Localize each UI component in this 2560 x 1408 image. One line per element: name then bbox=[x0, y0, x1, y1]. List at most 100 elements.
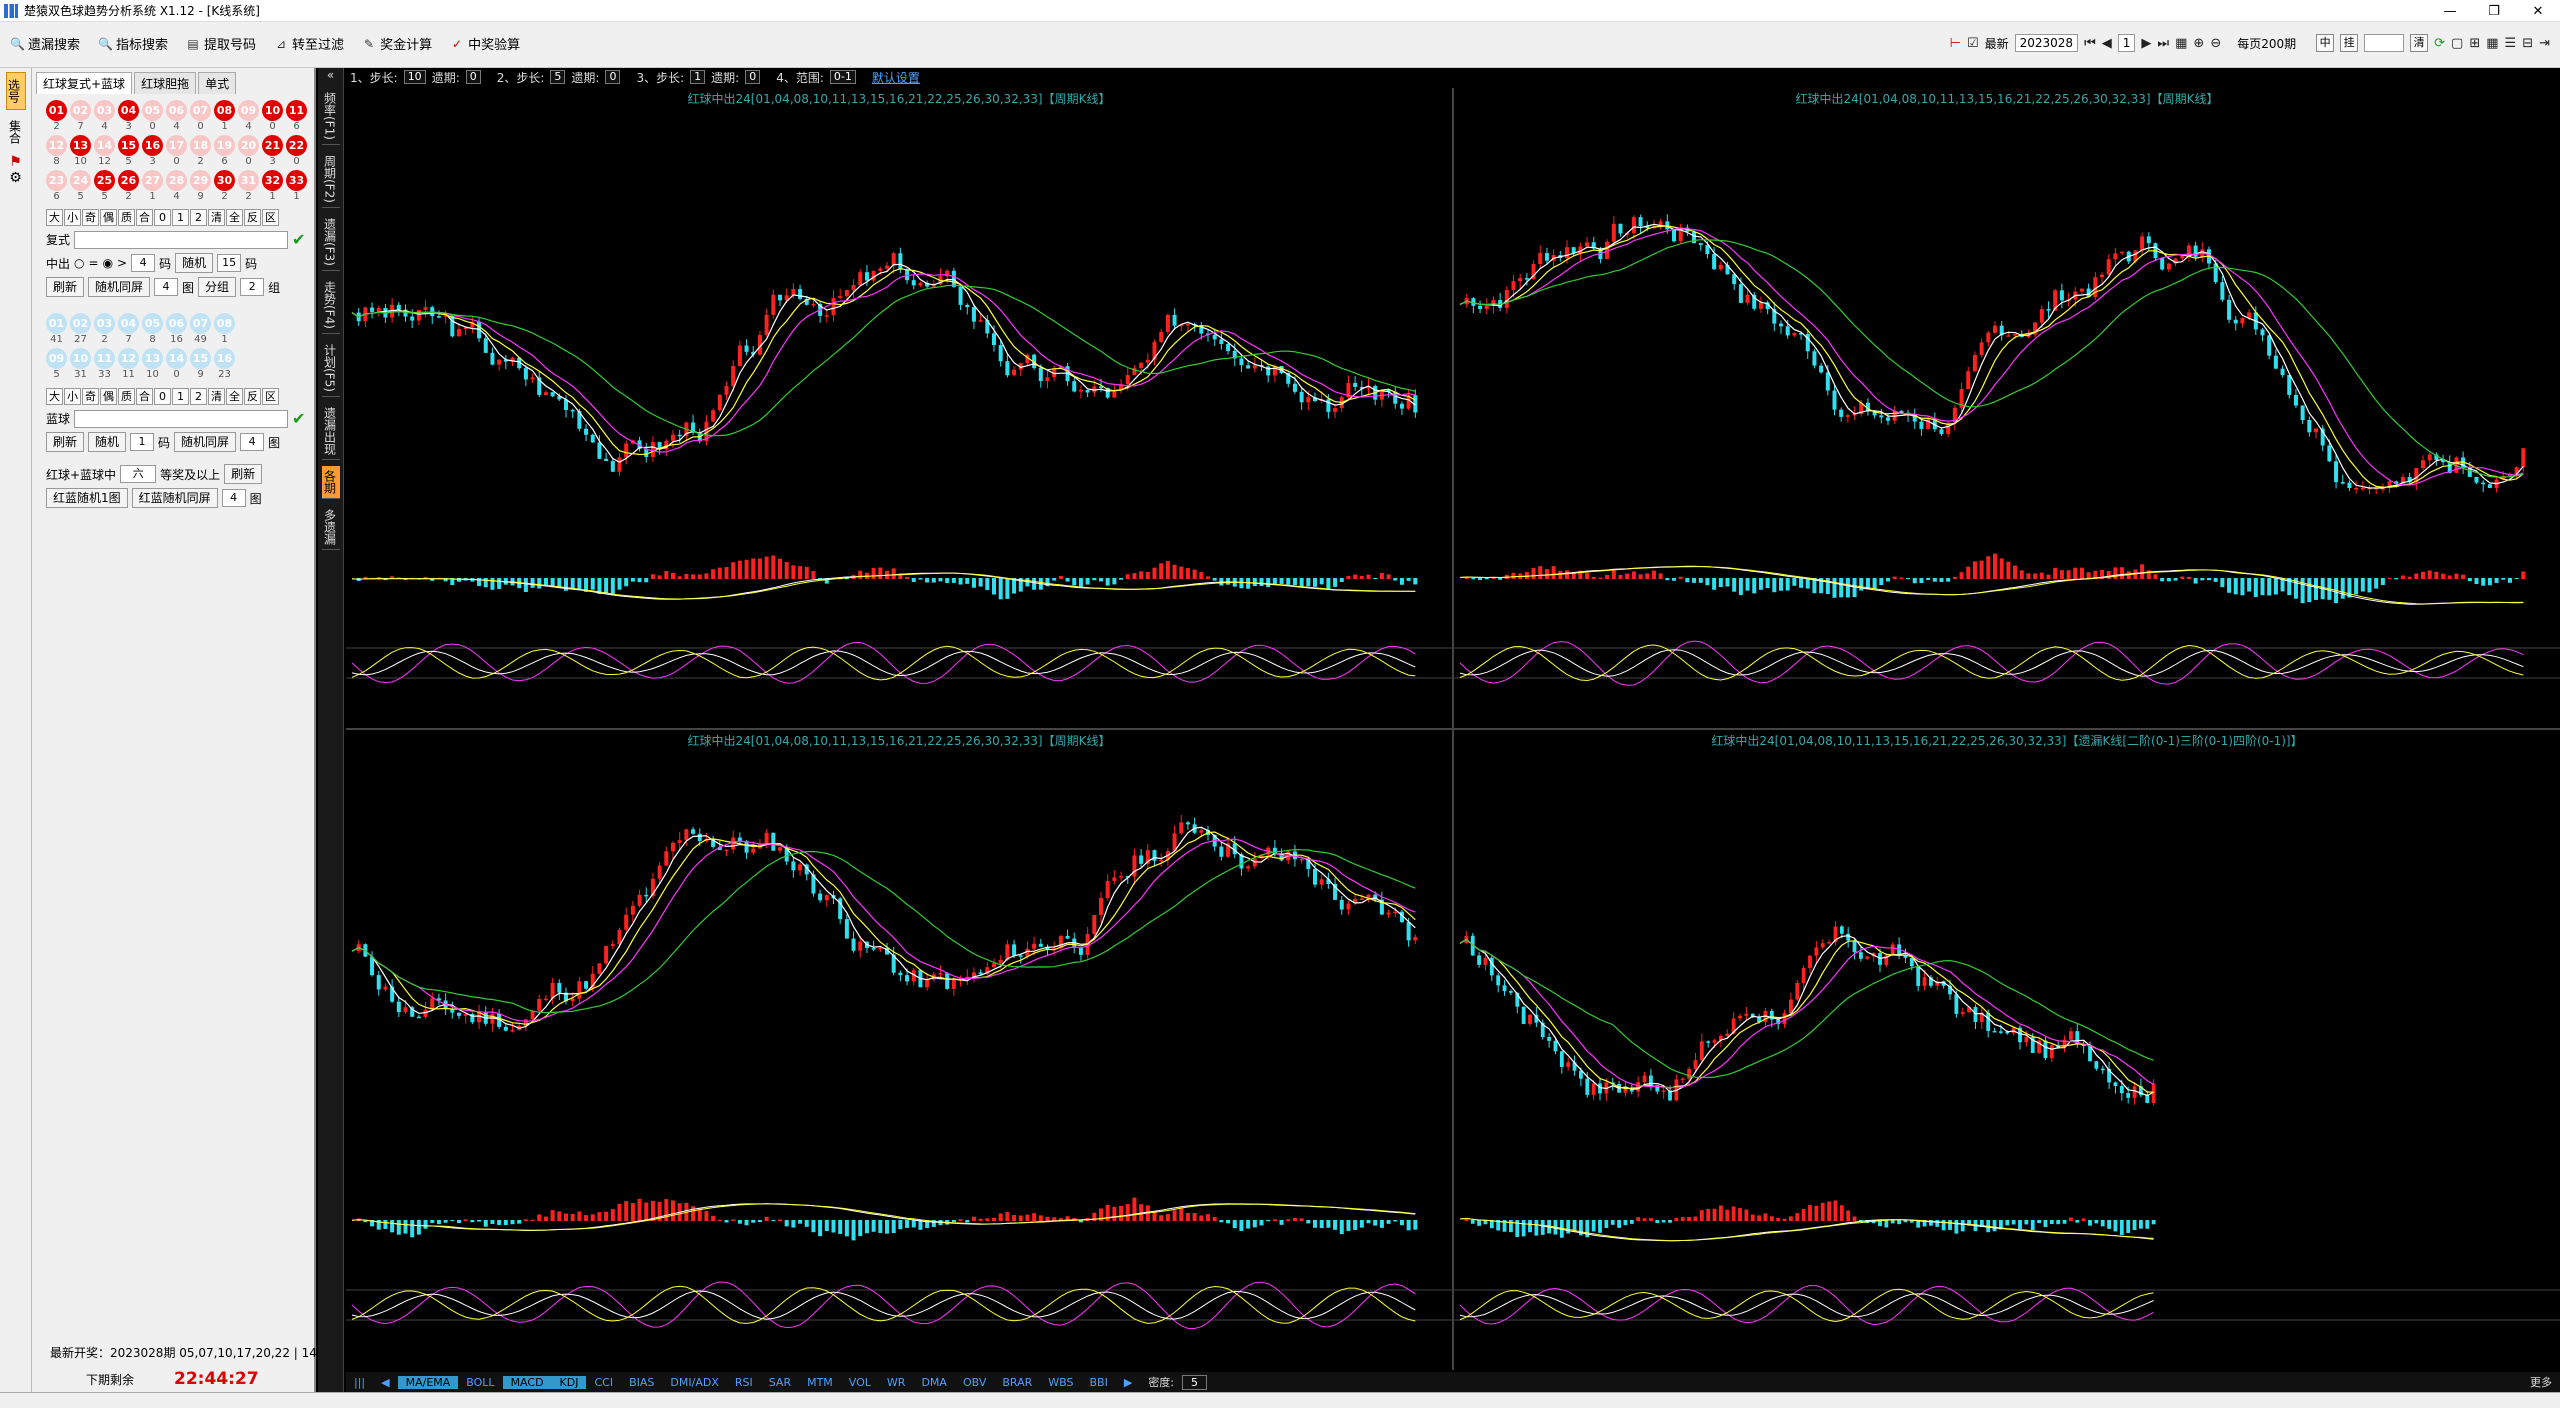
minimize-icon[interactable]: — bbox=[2428, 0, 2472, 22]
default-settings-link[interactable]: 默认设置 bbox=[872, 69, 920, 86]
filter-key[interactable]: 2 bbox=[190, 209, 207, 226]
clear-button[interactable]: 清 bbox=[2410, 34, 2429, 52]
chart-pane-3[interactable]: 红球中出24[01,04,08,10,11,13,15,16,21,22,25,… bbox=[346, 730, 1452, 1370]
red-ball[interactable]: 04 bbox=[118, 100, 139, 121]
indicator-search-button[interactable]: 🔍 指标搜索 bbox=[98, 34, 168, 54]
range-select[interactable]: 0-1 bbox=[829, 70, 856, 84]
filter-key[interactable]: 奇 bbox=[82, 209, 99, 226]
group-count-stepper[interactable]: 2 bbox=[240, 278, 265, 296]
blue-ball[interactable]: 06 bbox=[166, 313, 187, 334]
red-ball[interactable]: 02 bbox=[70, 100, 91, 121]
per-page-label[interactable]: 每页200期 bbox=[2237, 35, 2296, 52]
gear-icon[interactable]: ⚙ bbox=[0, 170, 31, 186]
omit1-select[interactable]: 0 bbox=[465, 70, 481, 84]
group-button[interactable]: 分组 bbox=[198, 277, 237, 297]
period-select[interactable]: 2023028 bbox=[2014, 34, 2079, 52]
hang-button[interactable]: 挂 bbox=[2340, 34, 2359, 52]
filter-key[interactable]: 小 bbox=[64, 388, 81, 405]
indicator-tab[interactable]: KDJ bbox=[551, 1375, 587, 1389]
indicator-tab[interactable]: MA/EMA bbox=[397, 1375, 459, 1389]
filter-key[interactable]: 质 bbox=[118, 209, 135, 226]
filter-key[interactable]: 0 bbox=[154, 388, 171, 405]
blue-ball[interactable]: 09 bbox=[46, 348, 67, 369]
confirm-check-icon[interactable]: ✔ bbox=[292, 230, 305, 249]
blue-ball[interactable]: 03 bbox=[94, 313, 115, 334]
random-count-stepper[interactable]: 15 bbox=[217, 254, 242, 272]
filter-key[interactable]: 全 bbox=[226, 209, 243, 226]
red-ball[interactable]: 26 bbox=[118, 170, 139, 191]
red-ball[interactable]: 18 bbox=[190, 135, 211, 156]
marker-icon[interactable]: ⊢ bbox=[1950, 36, 1961, 51]
indicator-tab[interactable]: SAR bbox=[761, 1376, 799, 1389]
chart-icon[interactable]: ▦ bbox=[2175, 36, 2187, 51]
exit-icon[interactable]: ⇥ bbox=[2539, 36, 2550, 51]
indicator-tab[interactable]: RSI bbox=[727, 1376, 761, 1389]
red-ball[interactable]: 17 bbox=[166, 135, 187, 156]
blue-ball[interactable]: 04 bbox=[118, 313, 139, 334]
red-ball[interactable]: 23 bbox=[46, 170, 67, 191]
filter-button[interactable]: ⊿ 转至过滤 bbox=[274, 34, 344, 54]
blue-sync-button[interactable]: 随机同屏 bbox=[174, 432, 237, 452]
verify-button[interactable]: ✓ 中奖验算 bbox=[450, 34, 520, 54]
tab-trend[interactable]: 走势(F4) bbox=[321, 277, 340, 334]
filter-key[interactable]: 大 bbox=[46, 388, 63, 405]
red-ball[interactable]: 25 bbox=[94, 170, 115, 191]
next-icon[interactable]: ▶ bbox=[1116, 1376, 1140, 1389]
next-icon[interactable]: ▶ bbox=[2141, 36, 2151, 51]
random-sync-button[interactable]: 随机同屏 bbox=[88, 277, 151, 297]
filter-key[interactable]: 区 bbox=[262, 209, 279, 226]
combo-refresh-button[interactable]: 刷新 bbox=[224, 464, 263, 484]
sync-count-stepper[interactable]: 4 bbox=[154, 278, 179, 296]
red-ball[interactable]: 19 bbox=[214, 135, 235, 156]
blue-ball[interactable]: 08 bbox=[214, 313, 235, 334]
density-stepper[interactable]: 5 bbox=[1182, 1374, 1208, 1390]
filter-key[interactable]: 大 bbox=[46, 209, 63, 226]
mid-button[interactable]: 中 bbox=[2316, 34, 2335, 52]
blue-sync-count[interactable]: 4 bbox=[240, 433, 265, 451]
indicator-tab[interactable]: BRAR bbox=[994, 1376, 1040, 1389]
chart-pane-4[interactable]: 红球中出24[01,04,08,10,11,13,15,16,21,22,25,… bbox=[1454, 730, 2560, 1370]
red-ball[interactable]: 29 bbox=[190, 170, 211, 191]
filter-key[interactable]: 奇 bbox=[82, 388, 99, 405]
prize-calc-button[interactable]: ✎ 奖金计算 bbox=[362, 34, 432, 54]
indicator-tab[interactable]: CCI bbox=[586, 1376, 621, 1389]
blue-ball[interactable]: 11 bbox=[94, 348, 115, 369]
blue-random-count[interactable]: 1 bbox=[130, 433, 155, 451]
combo-select[interactable]: 六 bbox=[120, 465, 157, 483]
filter-key[interactable]: 1 bbox=[172, 388, 189, 405]
red-ball[interactable]: 27 bbox=[142, 170, 163, 191]
restore-icon[interactable]: ❐ bbox=[2472, 0, 2516, 22]
tab-single[interactable]: 单式 bbox=[198, 72, 237, 94]
filter-key[interactable]: 0 bbox=[154, 209, 171, 226]
indicator-tab[interactable]: DMI/ADX bbox=[662, 1376, 726, 1389]
radio-eq[interactable]: ○ bbox=[74, 256, 84, 270]
tab-each-period[interactable]: 各期 bbox=[321, 465, 340, 499]
tab-select-number[interactable]: 选号 bbox=[5, 72, 26, 110]
search-button[interactable]: 🔍 遗漏搜索 bbox=[10, 34, 80, 54]
red-ball[interactable]: 06 bbox=[166, 100, 187, 121]
indicator-tab[interactable]: DMA bbox=[913, 1376, 955, 1389]
horizontal-divider[interactable] bbox=[346, 728, 2560, 730]
rb-sync-button[interactable]: 红蓝随机同屏 bbox=[131, 488, 218, 508]
more-button[interactable]: 更多 bbox=[2522, 1374, 2560, 1390]
indicator-tab[interactable]: BIAS bbox=[621, 1376, 662, 1389]
indicator-tab[interactable]: WBS bbox=[1040, 1376, 1081, 1389]
red-ball[interactable]: 31 bbox=[238, 170, 259, 191]
indicator-tab[interactable]: OBV bbox=[955, 1376, 994, 1389]
blue-random-button[interactable]: 随机 bbox=[88, 432, 127, 452]
step1-select[interactable]: 10 bbox=[403, 70, 426, 84]
filter-key[interactable]: 区 bbox=[262, 388, 279, 405]
collapse-icon[interactable]: « bbox=[318, 68, 343, 82]
rb-sync-count[interactable]: 4 bbox=[221, 489, 246, 507]
red-ball[interactable]: 14 bbox=[94, 135, 115, 156]
omit2-select[interactable]: 0 bbox=[605, 70, 621, 84]
red-ball[interactable]: 16 bbox=[142, 135, 163, 156]
red-ball[interactable]: 30 bbox=[214, 170, 235, 191]
indicator-tab[interactable]: BBI bbox=[1082, 1376, 1116, 1389]
red-ball[interactable]: 32 bbox=[262, 170, 283, 191]
refresh-icon[interactable]: ⟳ bbox=[2434, 36, 2445, 51]
filter-key[interactable]: 清 bbox=[208, 209, 225, 226]
filter-key[interactable]: 1 bbox=[172, 209, 189, 226]
fushi-input[interactable] bbox=[74, 230, 289, 249]
red-ball[interactable]: 03 bbox=[94, 100, 115, 121]
